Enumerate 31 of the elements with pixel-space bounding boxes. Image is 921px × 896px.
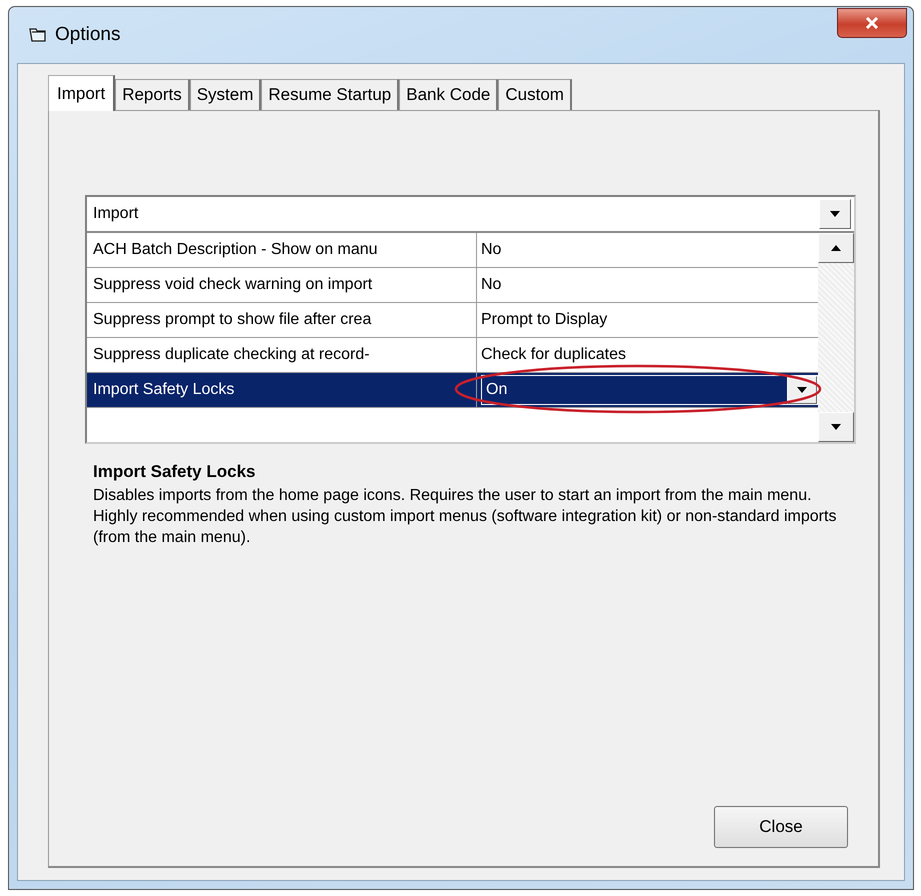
tab[interactable]: Custom — [498, 79, 572, 110]
description-text: Disables imports from the home page icons. Requires the user to start an import from the main menu. Highly recommended when using custom import menus (software integration kit) or non-standard imports (from the main menu). — [93, 486, 838, 548]
category-dropdown[interactable]: Import — [87, 197, 854, 233]
property-name: Suppress prompt to show file after crea — [87, 303, 477, 337]
property-row[interactable]: Import Safety Locks On — [87, 373, 818, 408]
property-row[interactable]: Suppress prompt to show file after crea Prompt to Display — [87, 303, 818, 338]
tab[interactable]: Bank Code — [399, 79, 498, 110]
property-value: No — [480, 276, 502, 294]
property-value: Prompt to Display — [480, 311, 608, 329]
property-value: Check for duplicates — [480, 346, 627, 364]
property-row[interactable]: Suppress void check warning on import No — [87, 268, 818, 303]
property-name: Suppress duplicate checking at record- — [87, 338, 477, 372]
window-icon — [29, 27, 47, 43]
tab[interactable]: System — [190, 79, 262, 110]
tab[interactable]: Import — [48, 75, 116, 111]
property-name: Import Safety Locks — [87, 373, 477, 407]
close-button[interactable]: Close — [714, 806, 848, 848]
tab[interactable]: Reports — [115, 79, 190, 110]
property-name: Suppress void check warning on import — [87, 268, 477, 302]
scroll-up-icon[interactable] — [818, 233, 854, 263]
scroll-down-icon[interactable] — [818, 412, 854, 442]
property-value: No — [480, 241, 502, 259]
description-title: Import Safety Locks — [93, 462, 256, 482]
tab[interactable]: Resume Startup — [261, 79, 400, 110]
close-button[interactable] — [837, 8, 907, 38]
close-icon — [865, 17, 879, 29]
property-name: ACH Batch Description - Show on manu — [87, 233, 477, 267]
property-row[interactable]: ACH Batch Description - Show on manu No — [87, 233, 818, 268]
scrollbar[interactable] — [818, 233, 854, 442]
window-title: Options — [55, 24, 122, 46]
property-value-dropdown[interactable]: On — [481, 375, 818, 405]
